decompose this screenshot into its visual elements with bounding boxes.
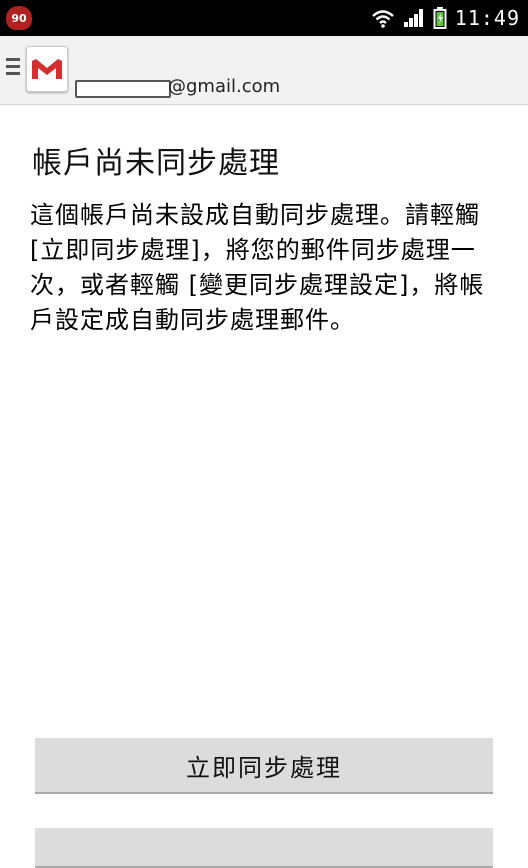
gmail-logo-icon[interactable] [26, 46, 68, 92]
status-clock: 11:49 [454, 6, 520, 30]
status-bar: 90 11:49 [0, 0, 528, 36]
sync-message: 這個帳戶尚未設成自動同步處理。請輕觸 [立即同步處理]，將您的郵件同步處理一次，… [30, 201, 485, 334]
notification-badge[interactable]: 90 [6, 6, 32, 30]
page-title: 帳戶尚未同步處理 [32, 146, 280, 181]
change-sync-settings-button[interactable] [35, 828, 493, 868]
sync-now-button[interactable]: 立即同步處理 [35, 738, 493, 794]
notification-count: 90 [11, 11, 27, 25]
status-icons: 11:49 [371, 0, 520, 36]
battery-charging-icon [433, 7, 447, 29]
account-name-redacted[interactable] [75, 80, 171, 98]
signal-icon [403, 9, 423, 27]
account-email-suffix[interactable]: @gmail.com [168, 76, 280, 97]
wifi-icon [371, 10, 394, 28]
action-bar: @gmail.com [0, 36, 528, 105]
menu-icon[interactable] [6, 58, 20, 76]
